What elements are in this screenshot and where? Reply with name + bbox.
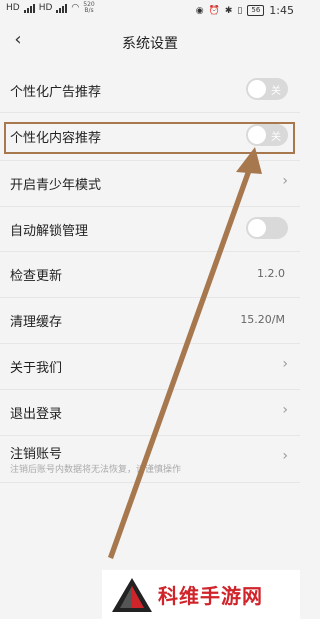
chevron-right-icon: › — [282, 173, 288, 189]
chevron-right-icon: › — [282, 448, 288, 464]
header: ‹ 系统设置 — [0, 20, 300, 64]
network-speed: 520 B/s — [83, 2, 94, 14]
cancel-account-warning: 注销后账号内数据将无法恢复，请谨慎操作 — [10, 465, 182, 475]
setting-ad-recommend: 个性化广告推荐 关 — [0, 66, 300, 113]
setting-ad-recommend-label: 个性化广告推荐 — [10, 85, 102, 100]
setting-about[interactable]: 关于我们 › — [0, 344, 300, 390]
setting-teen-mode-label: 开启青少年模式 — [10, 178, 102, 193]
clock-time: 1:45 — [269, 4, 294, 17]
chevron-right-icon: › — [282, 356, 288, 372]
speed-unit: B/s — [84, 7, 94, 14]
signal-icon-2 — [56, 3, 68, 13]
site-logo-icon — [112, 578, 152, 612]
toggle-state-label: 关 — [271, 86, 281, 97]
setting-logout[interactable]: 退出登录 › — [0, 390, 300, 436]
highlight-box — [4, 122, 295, 154]
wifi-icon: ◠ — [71, 3, 80, 13]
toggle-knob — [248, 219, 266, 237]
watermark: 科维手游网 — [102, 570, 300, 619]
setting-logout-label: 退出登录 — [10, 407, 63, 422]
status-right: ◉ ⏰ ✱ ▯ 56 1:45 — [196, 4, 294, 17]
setting-check-update-label: 检查更新 — [10, 269, 63, 284]
status-bar: HD HD ◠ 520 B/s ◉ ⏰ ✱ ▯ 56 1:45 — [0, 0, 300, 20]
ad-recommend-toggle[interactable]: 关 — [246, 78, 288, 100]
bluetooth-icon: ✱ — [224, 5, 233, 16]
cache-size: 15.20/M — [240, 313, 285, 326]
setting-cancel-account-label: 注销账号 — [10, 447, 63, 462]
toggle-knob — [248, 80, 266, 98]
setting-teen-mode[interactable]: 开启青少年模式 › — [0, 161, 300, 207]
vibrate-icon: ▯ — [237, 5, 243, 16]
hd-indicator-2: HD — [38, 3, 53, 13]
setting-check-update[interactable]: 检查更新 1.2.0 — [0, 252, 300, 298]
watermark-text: 科维手游网 — [158, 584, 263, 608]
chevron-right-icon: › — [282, 402, 288, 418]
setting-clear-cache[interactable]: 清理缓存 15.20/M — [0, 298, 300, 344]
page-title: 系统设置 — [122, 36, 178, 52]
signal-icon — [23, 3, 35, 13]
hd-indicator: HD — [6, 3, 20, 13]
alarm-icon: ⏰ — [208, 5, 220, 16]
eye-icon: ◉ — [195, 5, 204, 16]
setting-cancel-account[interactable]: 注销账号 注销后账号内数据将无法恢复，请谨慎操作 › — [0, 436, 300, 483]
setting-auto-unlock-label: 自动解锁管理 — [10, 224, 89, 239]
setting-clear-cache-label: 清理缓存 — [10, 315, 63, 330]
status-left: HD HD ◠ 520 B/s — [6, 2, 95, 14]
app-version: 1.2.0 — [257, 267, 285, 280]
battery-icon: 56 — [247, 5, 265, 16]
auto-unlock-toggle[interactable] — [246, 217, 288, 239]
setting-about-label: 关于我们 — [10, 361, 63, 376]
setting-auto-unlock: 自动解锁管理 — [0, 207, 300, 252]
